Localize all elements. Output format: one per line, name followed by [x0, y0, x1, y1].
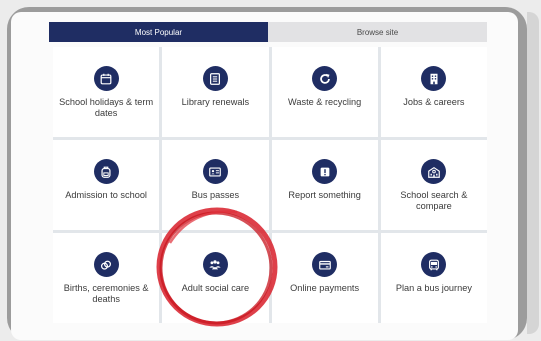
- tile-label: Admission to school: [65, 190, 147, 200]
- tile-plan-bus-journey[interactable]: Plan a bus journey: [380, 233, 487, 323]
- tile-online-payments[interactable]: Online payments: [271, 233, 378, 323]
- tile-school-holidays[interactable]: School holidays & term dates: [53, 47, 160, 137]
- tile-label: Online payments: [290, 283, 360, 293]
- tile-label: Waste & recycling: [288, 97, 362, 107]
- book-icon: [202, 66, 228, 91]
- tab-most-popular[interactable]: Most Popular: [49, 22, 268, 42]
- tile-school-search[interactable]: School search & compare: [380, 140, 487, 230]
- tile-label: Births, ceremonies & deaths: [63, 283, 149, 304]
- tab-browse-site[interactable]: Browse site: [268, 22, 487, 42]
- quick-links-grid: School holidays & term dates Library ren…: [53, 47, 487, 323]
- tile-label: Adult social care: [181, 283, 250, 293]
- tile-library-renewals[interactable]: Library renewals: [162, 47, 269, 137]
- people-icon: [202, 252, 228, 277]
- tile-waste-recycling[interactable]: Waste & recycling: [271, 47, 378, 137]
- backpack-icon: [93, 159, 119, 184]
- tile-label: Plan a bus journey: [395, 283, 472, 293]
- tile-label: Bus passes: [191, 190, 240, 200]
- tile-adult-social-care[interactable]: Adult social care: [162, 233, 269, 323]
- id-card-icon: [202, 159, 228, 184]
- rings-icon: [93, 252, 119, 277]
- tile-report-something[interactable]: Report something: [271, 140, 378, 230]
- tab-bar: Most Popular Browse site: [49, 22, 487, 42]
- tile-label: School search & compare: [400, 190, 468, 211]
- building-icon: [421, 66, 447, 91]
- calendar-icon: [93, 66, 119, 91]
- tile-label: School holidays & term dates: [59, 97, 154, 118]
- refresh-icon: [312, 66, 338, 91]
- tile-admission-to-school[interactable]: Admission to school: [53, 140, 160, 230]
- tile-label: Jobs & careers: [403, 97, 465, 107]
- bus-icon: [421, 252, 447, 277]
- device-edge: [527, 12, 539, 334]
- tile-jobs-careers[interactable]: Jobs & careers: [380, 47, 487, 137]
- tile-bus-passes[interactable]: Bus passes: [162, 140, 269, 230]
- tile-label: Report something: [288, 190, 361, 200]
- alert-icon: [312, 159, 338, 184]
- tile-births-ceremonies-deaths[interactable]: Births, ceremonies & deaths: [53, 233, 160, 323]
- school-icon: [421, 159, 447, 184]
- tile-label: Library renewals: [181, 97, 250, 107]
- payment-card-icon: [312, 252, 338, 277]
